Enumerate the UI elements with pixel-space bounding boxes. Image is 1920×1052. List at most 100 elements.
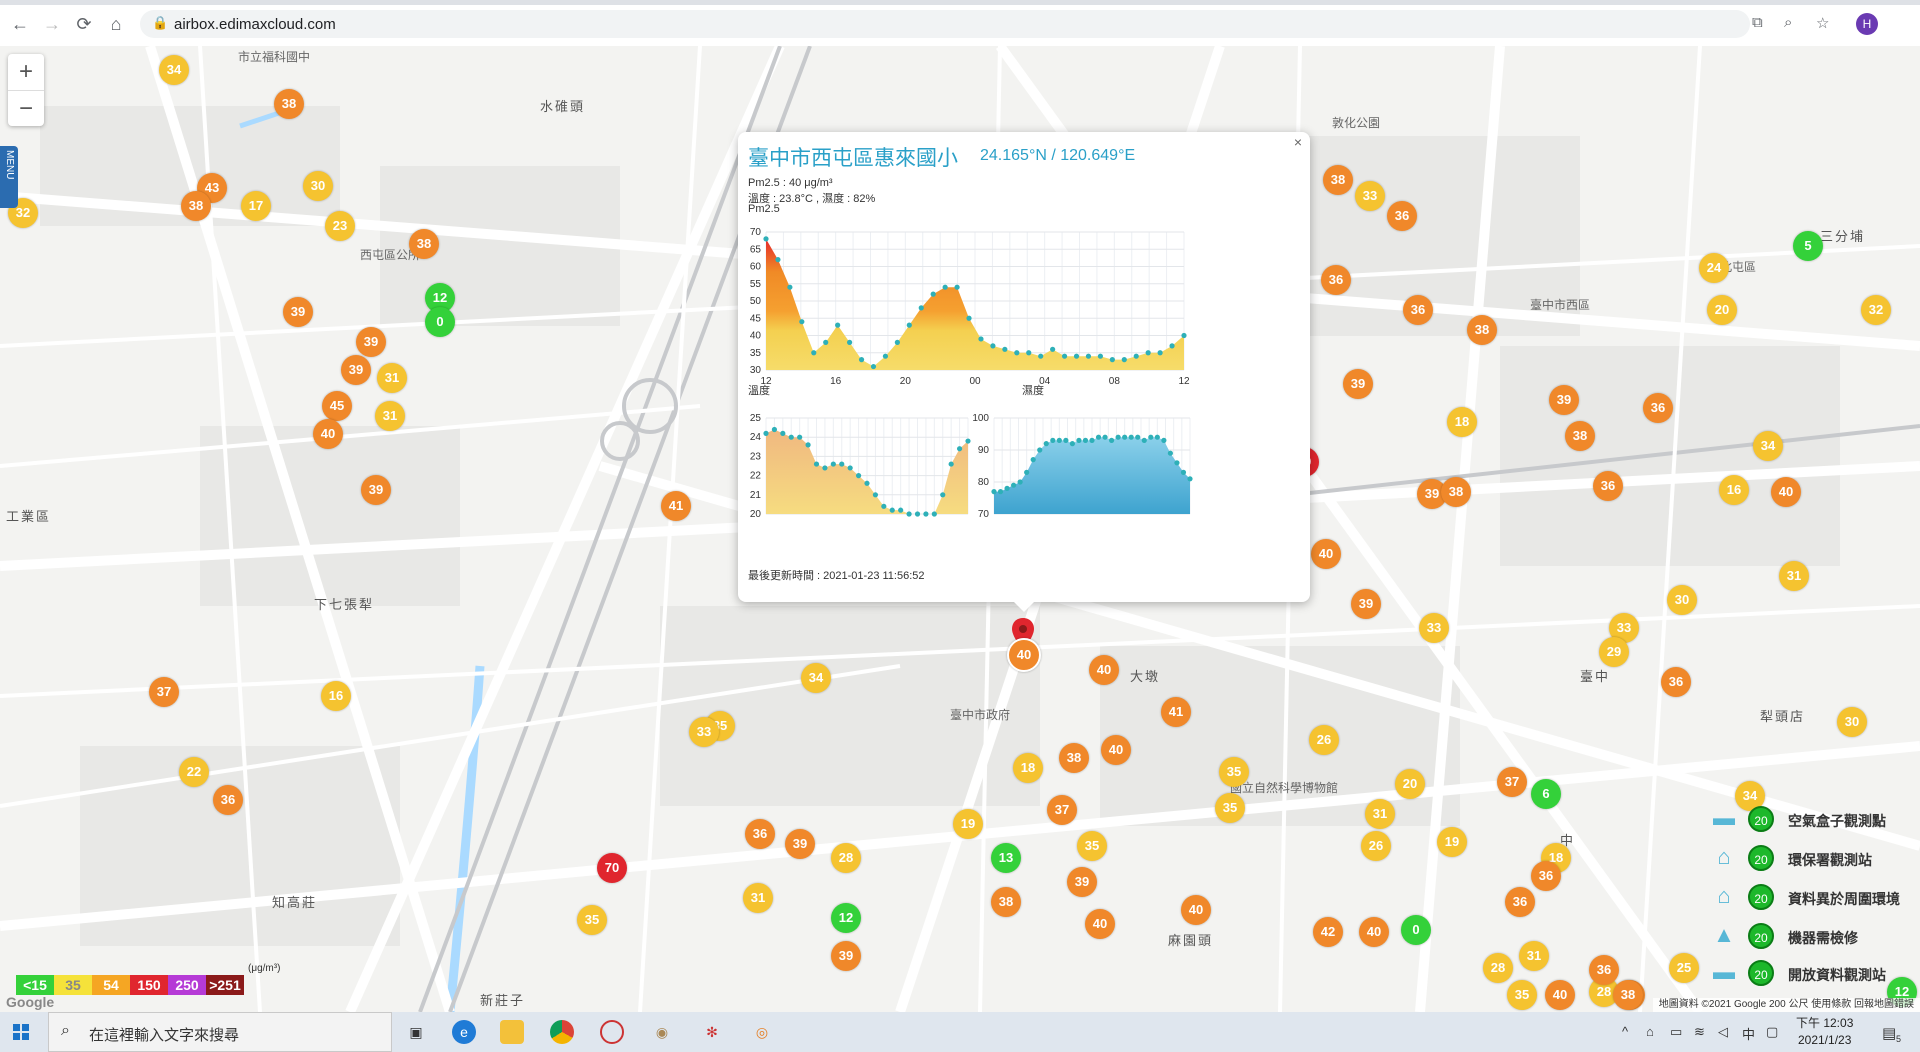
zoom-in-button[interactable]: +	[8, 54, 44, 91]
pm25-marker[interactable]: 18	[1447, 407, 1477, 437]
system-clock[interactable]: 下午 12:03 2021/1/23	[1796, 1015, 1853, 1049]
selected-station-marker[interactable]: 40	[1007, 638, 1041, 672]
pm25-marker[interactable]: 40	[1359, 917, 1389, 947]
pm25-marker[interactable]: 36	[1661, 667, 1691, 697]
volume-icon[interactable]: ◁	[1718, 1024, 1728, 1040]
pm25-marker[interactable]: 41	[1161, 697, 1191, 727]
pm25-marker[interactable]: 39	[1343, 369, 1373, 399]
pm25-marker[interactable]: 36	[1643, 393, 1673, 423]
pm25-marker[interactable]: 28	[1483, 953, 1513, 983]
pm25-marker[interactable]: 37	[1497, 767, 1527, 797]
pm25-marker[interactable]: 36	[1589, 955, 1619, 985]
pm25-marker[interactable]: 16	[1719, 475, 1749, 505]
wifi-icon[interactable]: ≋	[1694, 1024, 1705, 1040]
pm25-marker[interactable]: 31	[1519, 941, 1549, 971]
pm25-marker[interactable]: 28	[831, 843, 861, 873]
pm25-marker[interactable]: 40	[1311, 539, 1341, 569]
pm25-marker[interactable]: 35	[1507, 980, 1537, 1010]
pm25-marker[interactable]: 19	[1437, 827, 1467, 857]
app-icon[interactable]: ◉	[650, 1020, 674, 1044]
taskbar-search[interactable]: ⌕ 在這裡輸入文字來搜尋	[48, 1012, 392, 1052]
file-explorer-icon[interactable]	[500, 1020, 524, 1044]
pm25-marker[interactable]: 20	[1707, 295, 1737, 325]
forward-icon[interactable]: →	[40, 12, 64, 36]
lock-icon[interactable]: 🔒	[152, 15, 168, 31]
pm25-marker[interactable]: 31	[1779, 561, 1809, 591]
profile-avatar[interactable]: H	[1856, 13, 1878, 35]
pm25-marker[interactable]: 40	[1181, 895, 1211, 925]
pm25-marker[interactable]: 39	[356, 327, 386, 357]
pm25-marker[interactable]: 39	[341, 355, 371, 385]
zoom-icon[interactable]: ⌕	[1784, 14, 1792, 31]
menu-button[interactable]: MENU	[0, 146, 18, 208]
edge-icon[interactable]: e	[452, 1020, 476, 1044]
pm25-marker[interactable]: 32	[1861, 295, 1891, 325]
pm25-marker[interactable]: 70	[597, 853, 627, 883]
pm25-marker[interactable]: 38	[1565, 421, 1595, 451]
pm25-marker[interactable]: 13	[991, 843, 1021, 873]
app-icon[interactable]: ✻	[700, 1020, 724, 1044]
pm25-marker[interactable]: 35	[1219, 757, 1249, 787]
pm25-marker[interactable]: 40	[1545, 980, 1575, 1010]
pm25-marker[interactable]: 38	[1059, 743, 1089, 773]
pm25-marker[interactable]: 20	[1395, 769, 1425, 799]
pm25-marker[interactable]: 45	[322, 391, 352, 421]
pm25-marker[interactable]: 38	[1467, 315, 1497, 345]
pm25-marker[interactable]: 38	[1613, 980, 1643, 1010]
pm25-marker[interactable]: 36	[1593, 471, 1623, 501]
pm25-marker[interactable]: 33	[1355, 181, 1385, 211]
pm25-marker[interactable]: 31	[1365, 799, 1395, 829]
pm25-marker[interactable]: 40	[1085, 909, 1115, 939]
pm25-marker[interactable]: 40	[1771, 477, 1801, 507]
url-text[interactable]: airbox.edimaxcloud.com	[174, 16, 336, 33]
pm25-marker[interactable]: 34	[1753, 431, 1783, 461]
network-icon[interactable]: ⌂	[1646, 1024, 1654, 1039]
pm25-marker[interactable]: 36	[213, 785, 243, 815]
pm25-marker[interactable]: 22	[179, 757, 209, 787]
star-icon[interactable]: ☆	[1816, 14, 1829, 32]
map-attribution[interactable]: 地圖資料 ©2021 Google 200 公尺 使用條款 回報地圖錯誤	[1652, 998, 1920, 1012]
pm25-marker[interactable]: 40	[1101, 735, 1131, 765]
pm25-marker[interactable]: 35	[1215, 793, 1245, 823]
chrome-icon[interactable]	[550, 1020, 574, 1044]
pm25-marker[interactable]: 40	[313, 419, 343, 449]
pm25-marker[interactable]: 34	[801, 663, 831, 693]
pm25-marker[interactable]: 39	[831, 941, 861, 971]
windows-start-icon[interactable]	[13, 1024, 29, 1040]
pm25-marker[interactable]: 42	[1313, 917, 1343, 947]
pm25-marker[interactable]: 37	[1047, 795, 1077, 825]
pm25-marker[interactable]: 18	[1013, 753, 1043, 783]
map-canvas[interactable]: 水碓頭 市立福科國中 西屯區公所 臺中市西區 臺中市政府 下七張犁 大墩 知高莊…	[0, 46, 1920, 1012]
pm25-marker[interactable]: 38	[409, 229, 439, 259]
pm25-marker[interactable]: 16	[321, 681, 351, 711]
keyboard-icon[interactable]: ▢	[1766, 1024, 1778, 1040]
chevron-up-icon[interactable]: ^	[1622, 1024, 1628, 1039]
pm25-marker[interactable]: 36	[1387, 201, 1417, 231]
pm25-marker[interactable]: 36	[745, 819, 775, 849]
search-placeholder[interactable]: 在這裡輸入文字來搜尋	[89, 1024, 239, 1045]
pm25-marker[interactable]: 38	[991, 887, 1021, 917]
pm25-marker[interactable]: 38	[181, 191, 211, 221]
pm25-marker[interactable]: 24	[1699, 253, 1729, 283]
pm25-marker[interactable]: 36	[1531, 861, 1561, 891]
pm25-marker[interactable]: 25	[1669, 953, 1699, 983]
pm25-marker[interactable]: 41	[661, 491, 691, 521]
pm25-marker[interactable]: 30	[1667, 585, 1697, 615]
pm25-marker[interactable]: 5	[1793, 231, 1823, 261]
pm25-marker[interactable]: 6	[1531, 779, 1561, 809]
pm25-marker[interactable]: 36	[1403, 295, 1433, 325]
pm25-marker[interactable]: 31	[375, 401, 405, 431]
translate-icon[interactable]: ⧉	[1752, 14, 1763, 31]
pm25-marker[interactable]: 30	[1837, 707, 1867, 737]
pm25-marker[interactable]: 26	[1361, 831, 1391, 861]
pm25-marker[interactable]: 38	[1323, 165, 1353, 195]
pm25-marker[interactable]: 0	[1401, 915, 1431, 945]
pm25-marker[interactable]: 38	[274, 89, 304, 119]
pm25-marker[interactable]: 39	[1067, 867, 1097, 897]
pm25-marker[interactable]: 36	[1321, 265, 1351, 295]
pm25-marker[interactable]: 40	[1089, 655, 1119, 685]
back-icon[interactable]: ←	[8, 12, 32, 36]
pm25-marker[interactable]: 31	[743, 883, 773, 913]
blender-icon[interactable]: ◎	[750, 1020, 774, 1044]
pm25-marker[interactable]: 39	[361, 475, 391, 505]
